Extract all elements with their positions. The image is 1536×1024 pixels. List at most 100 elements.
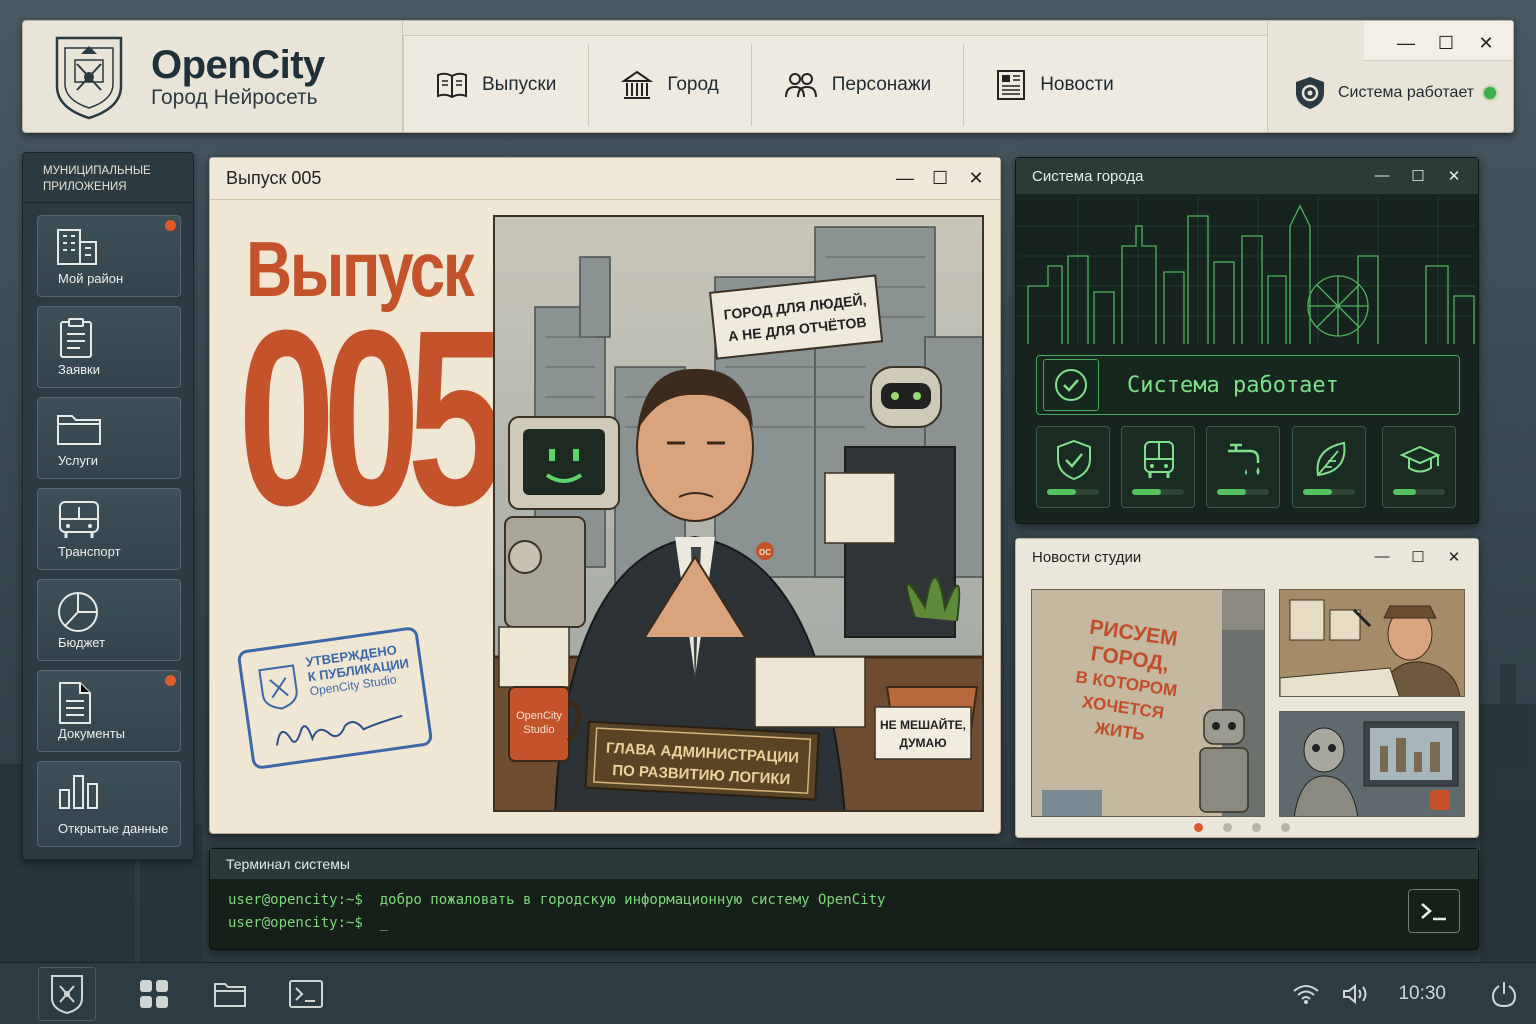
newspaper-icon bbox=[997, 70, 1026, 100]
service-level-bar bbox=[1217, 489, 1269, 495]
terminal-titlebar[interactable]: Терминал системы bbox=[210, 849, 1478, 879]
clipboard-icon bbox=[60, 318, 92, 358]
gear-shield-icon bbox=[1296, 77, 1324, 109]
wifi-icon[interactable] bbox=[1292, 983, 1320, 1005]
taskbar: 10:30 bbox=[0, 962, 1536, 1024]
sidebar-item-label: Мой район bbox=[58, 271, 124, 286]
minimize-button[interactable]: — bbox=[1374, 167, 1390, 185]
apps-grid-button[interactable] bbox=[124, 967, 184, 1021]
graduation-cap-icon bbox=[1400, 445, 1440, 473]
service-water[interactable] bbox=[1206, 426, 1280, 508]
nav-item-news[interactable]: Новости bbox=[964, 44, 1146, 126]
people-icon bbox=[784, 73, 817, 98]
carousel-dot-1[interactable] bbox=[1194, 823, 1203, 832]
folder-icon bbox=[57, 415, 101, 445]
issue-window: Выпуск 005 — ☐ ✕ Выпуск 005 УТВЕРЖДЕНО К … bbox=[209, 157, 1001, 834]
book-icon bbox=[437, 72, 467, 99]
leaf-icon bbox=[1316, 441, 1346, 477]
sidebar-item-label: Услуги bbox=[58, 453, 98, 468]
shield-check-icon bbox=[1057, 439, 1091, 481]
bar-chart-icon bbox=[59, 775, 98, 809]
service-level-bar bbox=[1393, 489, 1445, 495]
sidebar-item-my-district[interactable]: Мой район bbox=[37, 215, 181, 297]
system-tray: 10:30 bbox=[1292, 980, 1536, 1008]
comic-sign-line-1: НЕ МЕШАЙТЕ, bbox=[880, 717, 966, 732]
comic-scene: ГОРОД ДЛЯ ЛЮДЕЙ, А НЕ ДЛЯ ОТЧЁТОВ OC Ope… bbox=[495, 217, 982, 810]
news-image-mural[interactable]: РИСУЕМ ГОРОД, В КОТОРОМ ХОЧЕТСЯ ЖИТЬ bbox=[1031, 589, 1265, 817]
service-level-bar bbox=[1303, 489, 1355, 495]
news-window-titlebar[interactable]: Новости студии — ☐ ✕ bbox=[1016, 539, 1478, 575]
open-terminal-button[interactable] bbox=[1408, 889, 1460, 933]
nav-item-label: Новости bbox=[1040, 74, 1114, 95]
minimize-button[interactable]: — bbox=[896, 168, 914, 189]
terminal-icon bbox=[289, 979, 323, 1008]
sidebar-item-label: Транспорт bbox=[58, 544, 121, 559]
minimize-button[interactable]: — bbox=[1397, 33, 1415, 60]
city-crest-icon bbox=[55, 36, 123, 119]
terminal-button[interactable] bbox=[276, 967, 336, 1021]
nav-item-label: Выпуски bbox=[482, 74, 557, 95]
approval-stamp: УТВЕРЖДЕНО К ПУБЛИКАЦИИ OpenCity Studio bbox=[236, 625, 434, 771]
comic-mug-line-2: Studio bbox=[523, 724, 554, 736]
news-image-robot-drawing[interactable] bbox=[1279, 711, 1465, 817]
grid-icon bbox=[140, 979, 168, 1008]
comic-sign-line-2: ДУМАЮ bbox=[899, 736, 946, 750]
service-security[interactable] bbox=[1036, 426, 1110, 508]
nav-item-label: Город bbox=[667, 74, 719, 95]
nav-item-issues[interactable]: Выпуски bbox=[404, 44, 590, 126]
service-ecology[interactable] bbox=[1292, 426, 1366, 508]
close-button[interactable]: ✕ bbox=[1446, 167, 1462, 185]
system-status-indicator[interactable]: Система работает bbox=[1268, 75, 1513, 111]
carousel-dot-3[interactable] bbox=[1252, 823, 1261, 832]
file-manager-button[interactable] bbox=[200, 967, 260, 1021]
close-button[interactable]: ✕ bbox=[1446, 548, 1462, 566]
sidebar-item-open-data[interactable]: Открытые данные bbox=[37, 761, 181, 847]
issue-window-titlebar[interactable]: Выпуск 005 — ☐ ✕ bbox=[210, 158, 1000, 200]
news-image-artist[interactable] bbox=[1279, 589, 1465, 697]
power-icon[interactable] bbox=[1490, 980, 1518, 1008]
sidebar-item-transport[interactable]: Транспорт bbox=[37, 488, 181, 570]
district-icon bbox=[57, 229, 97, 265]
notification-badge bbox=[165, 220, 176, 231]
city-crest-icon bbox=[51, 974, 83, 1014]
maximize-button[interactable]: ☐ bbox=[1437, 33, 1455, 60]
maximize-button[interactable]: ☐ bbox=[1410, 548, 1426, 566]
terminal-prompt-icon bbox=[1421, 903, 1446, 921]
nav-item-city[interactable]: Город bbox=[589, 44, 752, 126]
nav-item-label: Персонажи bbox=[831, 74, 932, 95]
bus-icon bbox=[59, 501, 99, 538]
status-ok-dot bbox=[1484, 87, 1497, 99]
top-header: OpenCity Город Нейросеть Выпуски Город П… bbox=[22, 20, 1514, 133]
brand-subtitle: Город Нейросеть bbox=[151, 85, 318, 109]
system-status-label: Система работает bbox=[1338, 84, 1475, 101]
comic-pin-badge: OC bbox=[759, 548, 771, 557]
city-system-window: Система города — ☐ ✕ Система работает bbox=[1015, 157, 1479, 524]
sidebar-item-label: Документы bbox=[58, 726, 126, 741]
sidebar-item-documents[interactable]: Документы bbox=[37, 670, 181, 752]
carousel-dot-2[interactable] bbox=[1223, 823, 1232, 832]
sidebar-item-services[interactable]: Услуги bbox=[37, 397, 181, 479]
issue-window-title: Выпуск 005 bbox=[226, 168, 322, 188]
wireframe-city-skyline bbox=[1018, 196, 1476, 344]
close-button[interactable]: ✕ bbox=[1477, 33, 1495, 60]
minimize-button[interactable]: — bbox=[1374, 548, 1390, 566]
carousel-dot-4[interactable] bbox=[1281, 823, 1290, 832]
volume-icon[interactable] bbox=[1342, 983, 1370, 1005]
service-transport[interactable] bbox=[1121, 426, 1195, 508]
maximize-button[interactable]: ☐ bbox=[1410, 167, 1426, 185]
system-window-title: Система города bbox=[1032, 167, 1144, 185]
studio-news-window: Новости студии — ☐ ✕ РИСУЕМ ГОРОД, В КОТ… bbox=[1015, 538, 1479, 838]
start-button[interactable] bbox=[38, 966, 96, 1021]
header-window-controls: — ☐ ✕ bbox=[1364, 21, 1513, 61]
terminal-input-line[interactable]: user@opencity:~$ _ bbox=[228, 915, 388, 931]
service-education[interactable] bbox=[1382, 426, 1456, 508]
nav-item-characters[interactable]: Персонажи bbox=[752, 44, 965, 126]
terminal-line-1: user@opencity:~$ добро пожаловать в горо… bbox=[228, 892, 886, 908]
close-button[interactable]: ✕ bbox=[968, 168, 984, 189]
news-window-title: Новости студии bbox=[1032, 548, 1142, 566]
maximize-button[interactable]: ☐ bbox=[932, 168, 948, 189]
system-window-titlebar[interactable]: Система города — ☐ ✕ bbox=[1016, 158, 1478, 194]
notification-badge bbox=[165, 675, 176, 686]
sidebar-item-requests[interactable]: Заявки bbox=[37, 306, 181, 388]
sidebar-item-budget[interactable]: Бюджет bbox=[37, 579, 181, 661]
